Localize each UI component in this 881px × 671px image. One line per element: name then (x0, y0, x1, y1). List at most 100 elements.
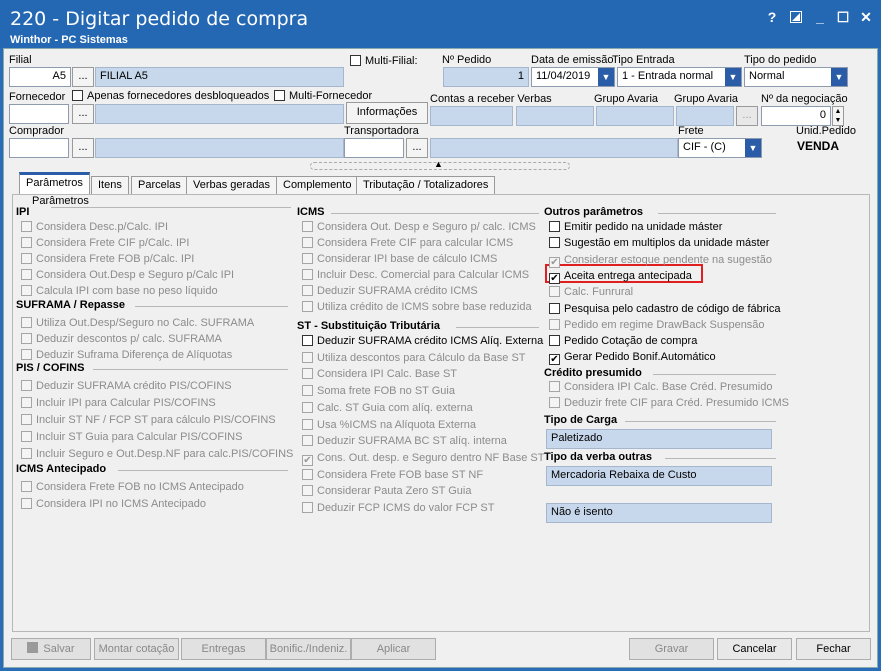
icms-checkbox-4[interactable]: Deduzir SUFRAMA crédito ICMS (302, 285, 478, 300)
panel-title: Parâmetros (32, 195, 89, 207)
st-checkbox-5[interactable]: Usa %ICMS na Alíquota Externa (302, 419, 476, 434)
negociacao-spinner[interactable]: ▲ ▼ (832, 106, 844, 126)
icms-checkbox-2[interactable]: Considerar IPI base de cálculo ICMS (302, 253, 497, 268)
outros-checkbox-2[interactable]: ✔ Considerar estoque pendente na sugestão (549, 254, 772, 269)
st-checkbox-4[interactable]: Calc. ST Guia com alíq. externa (302, 402, 473, 417)
outros-checkbox-7[interactable]: Pedido Cotação de compra (549, 335, 697, 350)
ipi-checkbox-2[interactable]: Considera Frete FOB p/Calc. IPI (21, 253, 194, 268)
st-checkbox-3[interactable]: Soma frete FOB no ST Guia (302, 385, 455, 400)
bonific-button[interactable]: Bonific./Indeniz. (266, 638, 351, 660)
icms-ant-checkbox-0[interactable]: Considera Frete FOB no ICMS Antecipado (21, 481, 244, 496)
st-checkbox-10[interactable]: Deduzir FCP ICMS do valor FCP ST (302, 502, 494, 517)
checkbox-label: Calc. ST Guia com alíq. externa (317, 402, 473, 414)
checkbox-label: Deduzir SUFRAMA crédito ICMS Alíq. Exter… (317, 335, 544, 347)
fechar-button[interactable]: Fechar (796, 638, 871, 660)
checkbox-box (549, 319, 560, 330)
outros-checkbox-4[interactable]: Calc. Funrural (549, 286, 633, 301)
montar-cotacao-button[interactable]: Montar cotação (94, 638, 179, 660)
outros-checkbox-3[interactable]: ✔ Aceita entrega antecipada (549, 270, 692, 285)
aplicar-button[interactable]: Aplicar (351, 638, 436, 660)
st-checkbox-2[interactable]: Considera IPI Calc. Base ST (302, 368, 457, 383)
suframa-checkbox-2[interactable]: Deduzir Suframa Diferença de Alíquotas (21, 349, 232, 364)
suframa-checkbox-1[interactable]: Deduzir descontos p/ calc. SUFRAMA (21, 333, 222, 348)
ipi-checkbox-3[interactable]: Considera Out.Desp e Seguro p/Calc IPI (21, 269, 234, 284)
outros-checkbox-1[interactable]: Sugestão em multiplos da unidade máster (549, 237, 769, 252)
tab-tributacao[interactable]: Tributação / Totalizadores (356, 176, 496, 194)
filial-search-button[interactable]: ... (72, 67, 94, 87)
pis-checkbox-2[interactable]: Incluir ST NF / FCP ST para cálculo PIS/… (21, 414, 276, 429)
checkbox-label: Deduzir FCP ICMS do valor FCP ST (317, 502, 495, 514)
suframa-checkbox-0[interactable]: Utiliza Out.Desp/Seguro no Calc. SUFRAMA (21, 317, 254, 332)
maximize-icon[interactable]: ☐ (834, 8, 852, 26)
tab-parcelas[interactable]: Parcelas (131, 176, 188, 194)
outros-checkbox-0[interactable]: Emitir pedido na unidade máster (549, 221, 722, 236)
st-checkbox-8[interactable]: Considera Frete FOB base ST NF (302, 469, 483, 484)
checkbox-box (21, 349, 32, 360)
icms-checkbox-5[interactable]: Utiliza crédito de ICMS sobre base reduz… (302, 301, 532, 316)
app-window: 220 - Digitar pedido de compra Winthor -… (0, 0, 881, 671)
tipo-entrada-select[interactable]: 1 - Entrada normal ▼ (617, 67, 742, 87)
minimize-icon[interactable]: _ (811, 8, 829, 26)
tab-complemento[interactable]: Complemento (276, 176, 359, 194)
icms-ant-checkbox-1[interactable]: Considera IPI no ICMS Antecipado (21, 498, 206, 513)
data-emissao-picker[interactable]: 11/04/2019 ▼ (531, 67, 615, 87)
close-icon[interactable]: ✕ (857, 8, 875, 26)
tab-verbas-geradas[interactable]: Verbas geradas (186, 176, 278, 194)
cancelar-button[interactable]: Cancelar (717, 638, 792, 660)
transportadora-code-input[interactable] (344, 138, 404, 158)
checkbox-box (302, 301, 313, 312)
chevron-up-icon[interactable]: ▲ (434, 159, 443, 169)
ipi-checkbox-1[interactable]: Considera Frete CIF p/Calc. IPI (21, 237, 189, 252)
st-checkbox-6[interactable]: Deduzir SUFRAMA BC ST alíq. interna (302, 435, 507, 450)
fornecedor-search-button[interactable]: ... (72, 104, 94, 124)
tipo-verba-section-title: Tipo da verba outras (544, 451, 652, 463)
checkbox-box (21, 481, 32, 492)
help-icon[interactable]: ? (763, 8, 781, 26)
st-checkbox-9[interactable]: Considerar Pauta Zero ST Guia (302, 485, 471, 500)
comprador-code-input[interactable] (9, 138, 69, 158)
num-negociacao-input[interactable]: 0 (761, 106, 831, 126)
comprador-search-button[interactable]: ... (72, 138, 94, 158)
entregas-button[interactable]: Entregas (181, 638, 266, 660)
gravar-button[interactable]: Gravar (629, 638, 714, 660)
credito-checkbox-1[interactable]: Deduzir frete CIF para Créd. Presumido I… (549, 397, 789, 412)
filial-code-input[interactable]: A5 (9, 67, 71, 87)
grupo-avaria-search-button[interactable]: ... (736, 106, 758, 126)
ipi-checkbox-4[interactable]: Calcula IPI com base no peso líquido (21, 285, 218, 300)
num-negociacao-label: Nº da negociação (761, 93, 848, 105)
st-checkbox-7[interactable]: ✔ Cons. Out. desp. e Seguro dentro NF Bas… (302, 452, 544, 467)
checkbox-label: Considerar IPI base de cálculo ICMS (317, 253, 498, 265)
informacoes-button[interactable]: Informações (346, 102, 428, 124)
title-bar[interactable]: 220 - Digitar pedido de compra Winthor -… (0, 0, 881, 48)
tab-itens[interactable]: Itens (91, 176, 129, 194)
tab-parametros[interactable]: Parâmetros (19, 172, 90, 195)
num-pedido-label: Nº Pedido (442, 54, 492, 66)
outros-checkbox-5[interactable]: Pesquisa pelo cadastro de código de fábr… (549, 303, 780, 318)
credito-checkbox-0[interactable]: Considera IPI Calc. Base Créd. Presumido (549, 381, 772, 396)
outros-checkbox-8[interactable]: ✔ Gerar Pedido Bonif.Automático (549, 351, 716, 366)
ipi-checkbox-0[interactable]: Considera Desc.p/Calc. IPI (21, 221, 168, 236)
checkbox-label: Considera Out.Desp e Seguro p/Calc IPI (36, 269, 235, 281)
st-checkbox-1[interactable]: Utiliza descontos para Cálculo da Base S… (302, 352, 526, 367)
pis-checkbox-4[interactable]: Incluir Seguro e Out.Desp.NF para calc.P… (21, 448, 293, 463)
transportadora-search-button[interactable]: ... (406, 138, 428, 158)
icms-checkbox-3[interactable]: Incluir Desc. Comercial para Calcular IC… (302, 269, 529, 284)
pis-checkbox-0[interactable]: Deduzir SUFRAMA crédito PIS/COFINS (21, 380, 232, 395)
pis-checkbox-1[interactable]: Incluir IPI para Calcular PIS/COFINS (21, 397, 216, 412)
restore-icon[interactable] (787, 8, 805, 26)
tipo-pedido-select[interactable]: Normal ▼ (744, 67, 848, 87)
outros-checkbox-6[interactable]: Pedido em regime DrawBack Suspensão (549, 319, 765, 334)
salvar-button[interactable]: Salvar (11, 638, 91, 660)
icms-checkbox-1[interactable]: Considera Frete CIF para calcular ICMS (302, 237, 513, 252)
frete-select[interactable]: CIF - (C) ▼ (678, 138, 762, 158)
fornecedor-code-input[interactable] (9, 104, 69, 124)
icms-checkbox-0[interactable]: Considera Out. Desp e Seguro p/ calc. IC… (302, 221, 536, 236)
st-checkbox-0[interactable]: Deduzir SUFRAMA crédito ICMS Alíq. Exter… (302, 335, 543, 350)
apenas-fornecedores-checkbox[interactable]: Apenas fornecedores desbloqueados (72, 90, 269, 105)
pis-checkbox-3[interactable]: Incluir ST Guia para Calcular PIS/COFINS (21, 431, 242, 446)
transportadora-label: Transportadora (344, 125, 419, 137)
checkbox-label: Deduzir Suframa Diferença de Alíquotas (36, 349, 233, 361)
multi-filial-checkbox[interactable]: Multi-Filial: (350, 55, 418, 70)
divider (93, 369, 288, 370)
checkbox-label: Considera Desc.p/Calc. IPI (36, 221, 169, 233)
